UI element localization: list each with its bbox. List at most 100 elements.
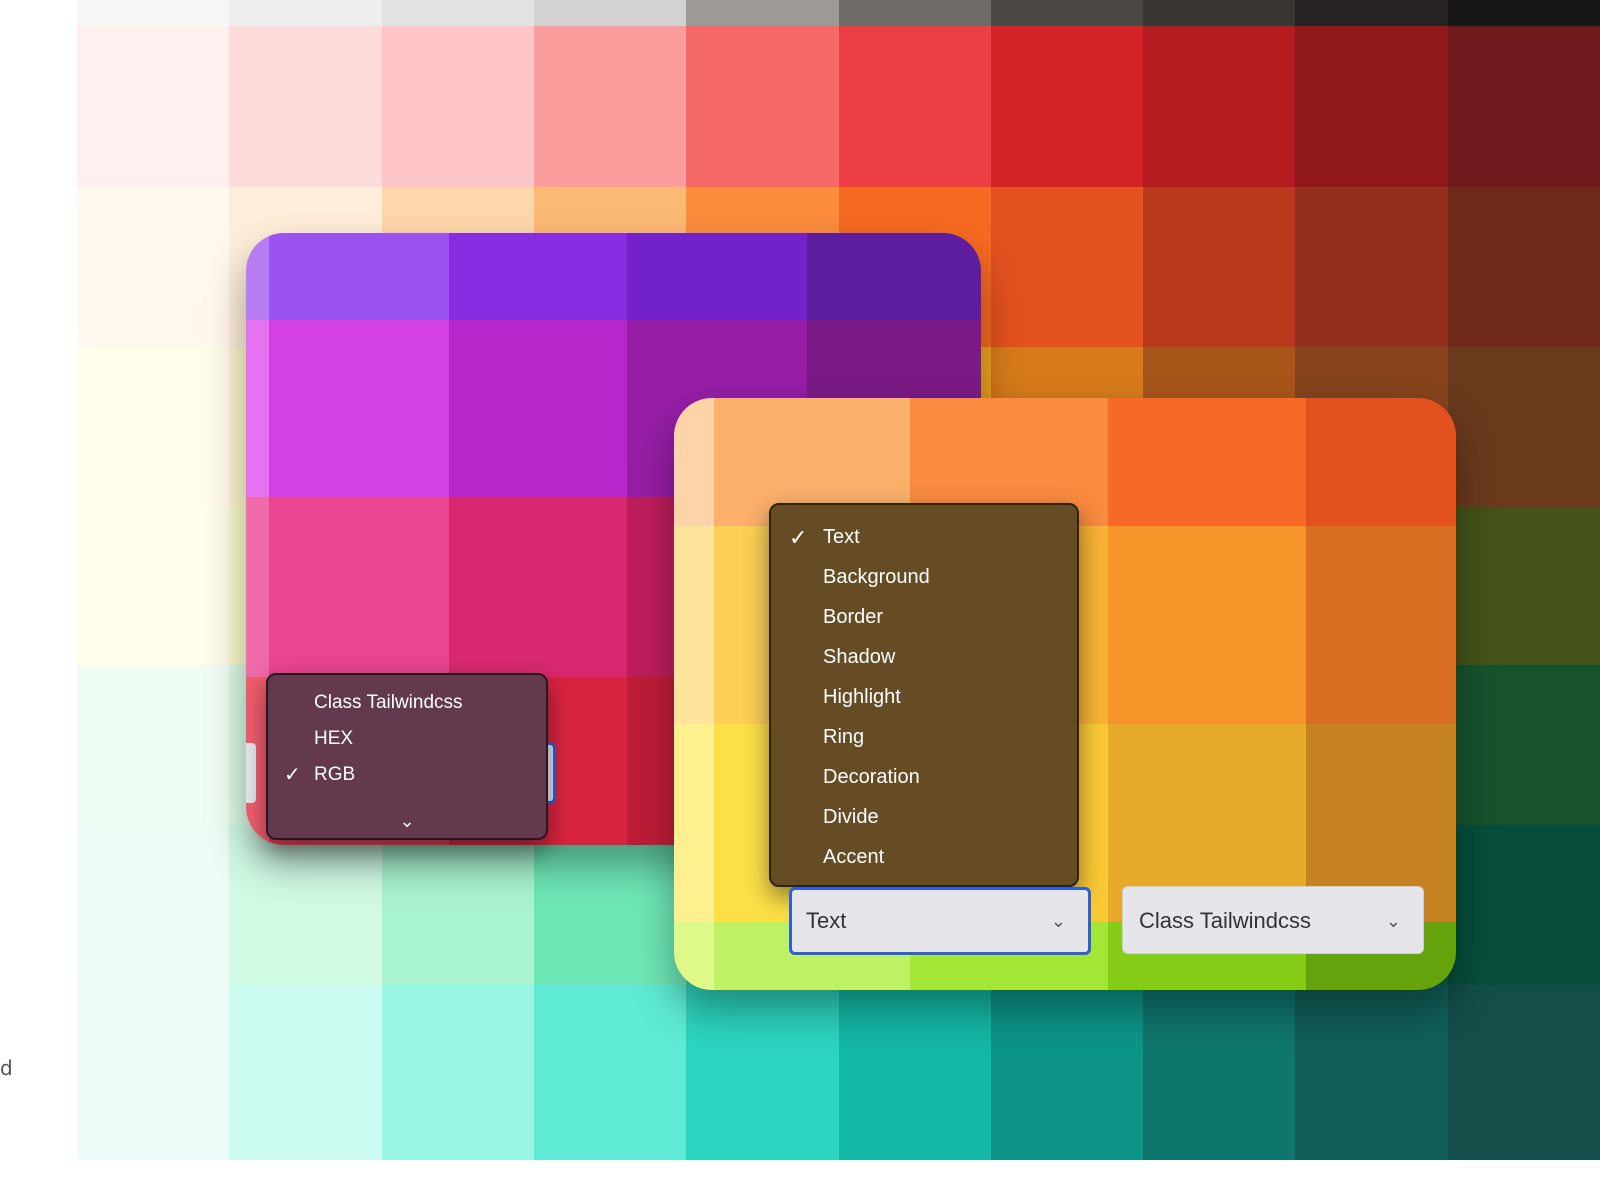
type-dropdown-menu: ✓ Text Background Border Shadow Highlight Ring… — [769, 503, 1079, 887]
chevron-down-icon: ⌄ — [1050, 911, 1066, 931]
card-swatch[interactable] — [1108, 526, 1306, 724]
type-select[interactable]: Text ⌄ — [789, 887, 1091, 955]
card-swatch[interactable] — [246, 320, 269, 497]
palette-swatch[interactable] — [686, 985, 839, 1160]
palette-swatch[interactable] — [990, 985, 1144, 1160]
card-swatch[interactable] — [674, 922, 714, 990]
checkmark-icon: ✓ — [789, 525, 808, 550]
card-swatch[interactable] — [449, 320, 627, 497]
card-swatch[interactable] — [449, 233, 627, 320]
palette-swatch[interactable] — [381, 0, 534, 26]
palette-swatch[interactable] — [1447, 985, 1600, 1160]
menu-option-label: Divide — [823, 806, 879, 828]
palette-swatch[interactable] — [381, 26, 534, 187]
palette-swatch[interactable] — [77, 985, 230, 1160]
palette-swatch[interactable] — [1295, 26, 1448, 187]
type-option-highlight[interactable]: Highlight — [771, 677, 1077, 717]
palette-swatch[interactable] — [533, 26, 687, 187]
palette-swatch[interactable] — [381, 985, 534, 1160]
palette-swatch[interactable] — [1447, 26, 1600, 187]
type-option-border[interactable]: Border — [771, 597, 1077, 637]
type-select-value: Text — [806, 908, 847, 933]
palette-swatch[interactable] — [77, 825, 230, 985]
palette-swatch[interactable] — [1447, 347, 1600, 507]
palette-swatch[interactable] — [990, 26, 1144, 187]
palette-swatch[interactable] — [1143, 0, 1296, 26]
type-option-decoration[interactable]: Decoration — [771, 757, 1077, 797]
palette-swatch[interactable] — [1295, 187, 1448, 347]
palette-swatch[interactable] — [533, 825, 687, 985]
palette-swatch[interactable] — [77, 26, 230, 187]
menu-option-label: HEX — [314, 728, 354, 749]
menu-option-label: Highlight — [823, 686, 901, 708]
palette-swatch[interactable] — [1143, 985, 1296, 1160]
format-menu-list: Class Tailwindcss HEX ✓ RGB — [268, 685, 546, 793]
type-option-text[interactable]: ✓ Text — [771, 517, 1077, 557]
palette-swatch[interactable] — [1143, 187, 1296, 347]
card-swatch[interactable] — [1108, 398, 1306, 526]
palette-swatch[interactable] — [838, 985, 991, 1160]
card-swatch[interactable] — [807, 233, 981, 320]
menu-option-label: Accent — [823, 846, 885, 868]
palette-swatch[interactable] — [1295, 985, 1448, 1160]
card-swatch[interactable] — [674, 526, 714, 724]
menu-option-label: Text — [823, 526, 860, 548]
card-swatch[interactable] — [246, 233, 269, 320]
format-select[interactable]: Class Tailwindcss ⌄ — [1122, 886, 1424, 954]
scroll-down-icon[interactable]: ⌄ — [268, 811, 546, 832]
format-option-rgb[interactable]: ✓ RGB — [268, 757, 546, 793]
type-option-divide[interactable]: Divide — [771, 797, 1077, 837]
menu-option-label: Decoration — [823, 766, 920, 788]
palette-swatch[interactable] — [77, 347, 230, 507]
card-swatch[interactable] — [246, 497, 269, 677]
type-option-shadow[interactable]: Shadow — [771, 637, 1077, 677]
palette-swatch[interactable] — [990, 0, 1144, 26]
palette-swatch[interactable] — [838, 0, 991, 26]
palette-swatch[interactable] — [381, 825, 534, 985]
palette-swatch[interactable] — [838, 26, 991, 187]
palette-swatch[interactable] — [1143, 26, 1296, 187]
type-option-background[interactable]: Background — [771, 557, 1077, 597]
card-swatch[interactable] — [269, 497, 449, 677]
type-option-ring[interactable]: Ring — [771, 717, 1077, 757]
menu-option-label: Background — [823, 566, 930, 588]
type-option-accent[interactable]: Accent — [771, 837, 1077, 877]
palette-swatch[interactable] — [533, 985, 687, 1160]
format-select-value: Class Tailwindcss — [1139, 908, 1311, 933]
palette-swatch[interactable] — [533, 0, 687, 26]
card-swatch[interactable] — [674, 398, 714, 526]
palette-swatch[interactable] — [1447, 825, 1600, 985]
format-option-class-tailwindcss[interactable]: Class Tailwindcss — [268, 685, 546, 721]
palette-swatch[interactable] — [77, 187, 230, 347]
palette-swatch[interactable] — [686, 26, 839, 187]
palette-swatch[interactable] — [77, 0, 230, 26]
palette-swatch[interactable] — [1447, 0, 1600, 26]
menu-option-label: RGB — [314, 764, 356, 785]
palette-swatch[interactable] — [686, 0, 839, 26]
card-swatch[interactable] — [674, 724, 714, 922]
palette-swatch[interactable] — [229, 825, 382, 985]
format-option-hex[interactable]: HEX — [268, 721, 546, 757]
palette-swatch[interactable] — [1447, 665, 1600, 825]
palette-swatch[interactable] — [1447, 187, 1600, 347]
card-swatch[interactable] — [269, 233, 449, 320]
palette-swatch[interactable] — [229, 0, 382, 26]
palette-swatch[interactable] — [229, 985, 382, 1160]
card-swatch[interactable] — [449, 497, 627, 677]
menu-option-label: Border — [823, 606, 884, 628]
palette-swatch[interactable] — [1447, 507, 1600, 665]
card-swatch[interactable] — [1306, 398, 1456, 526]
palette-swatch[interactable] — [1295, 0, 1448, 26]
menu-option-label: Class Tailwindcss — [314, 692, 463, 713]
palette-swatch[interactable] — [990, 187, 1144, 347]
card-swatch[interactable] — [1306, 526, 1456, 724]
menu-option-label: Shadow — [823, 646, 896, 668]
format-dropdown-menu: Class Tailwindcss HEX ✓ RGB ⌄ — [266, 673, 548, 840]
format-select-edge[interactable] — [246, 743, 256, 803]
palette-swatch[interactable] — [77, 665, 230, 825]
card-swatch[interactable] — [269, 320, 449, 497]
card-swatch[interactable] — [627, 233, 807, 320]
palette-swatch[interactable] — [77, 507, 230, 665]
type-menu-list: ✓ Text Background Border Shadow Highlight Ring… — [771, 517, 1077, 877]
palette-swatch[interactable] — [229, 26, 382, 187]
